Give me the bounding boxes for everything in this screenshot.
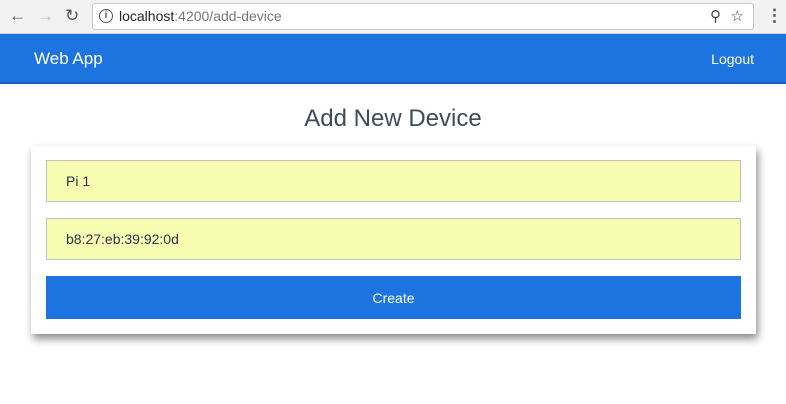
menu-icon[interactable]: ⋮ xyxy=(766,6,783,26)
device-name-input[interactable] xyxy=(46,160,741,202)
url-path: :4200/add-device xyxy=(174,8,281,24)
brand-link[interactable]: Web App xyxy=(34,49,103,69)
forward-icon[interactable]: → xyxy=(37,6,54,26)
mac-address-input[interactable] xyxy=(46,218,741,260)
page-title: Add New Device xyxy=(0,105,786,133)
add-device-form: Create xyxy=(31,146,756,334)
url-host: localhost xyxy=(119,8,174,24)
logout-link[interactable]: Logout xyxy=(711,51,754,67)
key-icon[interactable]: ⚲ xyxy=(710,4,721,29)
address-bar[interactable]: i localhost:4200/add-device ⚲ ☆ xyxy=(92,3,754,30)
navbar: Web App Logout xyxy=(0,34,786,84)
reload-icon[interactable]: ↻ xyxy=(65,6,79,26)
star-icon[interactable]: ☆ xyxy=(731,4,744,29)
browser-toolbar: ← → ↻ i localhost:4200/add-device ⚲ ☆ ⋮ xyxy=(0,0,786,34)
create-button[interactable]: Create xyxy=(46,276,741,319)
info-icon[interactable]: i xyxy=(99,9,113,23)
back-icon[interactable]: ← xyxy=(9,6,26,26)
